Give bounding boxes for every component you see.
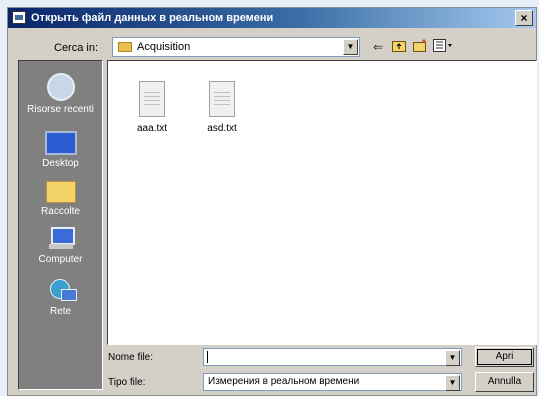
close-icon[interactable]: × — [515, 10, 533, 26]
filetype-value: Измерения в реальном времени — [208, 376, 360, 387]
chevron-down-icon[interactable]: ▼ — [445, 375, 460, 391]
up-folder-icon[interactable] — [391, 39, 407, 55]
text-file-icon — [139, 81, 165, 117]
places-bar: Risorse recenti Desktop Raccolte Compute… — [18, 60, 103, 390]
text-caret — [207, 351, 208, 363]
place-label: Raccolte — [41, 206, 80, 217]
place-label: Computer — [38, 254, 83, 265]
file-name: asd.txt — [207, 123, 237, 134]
place-network[interactable]: Rete — [19, 277, 102, 317]
app-icon — [12, 11, 26, 24]
filename-label: Nome file: — [108, 352, 154, 363]
file-item[interactable]: aaa.txt — [122, 81, 182, 134]
place-libraries[interactable]: Raccolte — [19, 177, 102, 217]
recent-icon — [46, 73, 75, 101]
chevron-down-icon[interactable]: ▼ — [445, 350, 460, 366]
filetype-dropdown[interactable]: Измерения в реальном времени ▼ — [203, 373, 462, 391]
place-label: Risorse recenti — [27, 104, 94, 115]
new-folder-icon[interactable] — [412, 39, 428, 55]
place-desktop[interactable]: Desktop — [19, 127, 102, 169]
place-label: Desktop — [42, 158, 79, 169]
dialog-title: Открыть файл данных в реальном времени — [31, 12, 274, 24]
folder-icon — [118, 42, 132, 52]
network-icon — [47, 277, 77, 303]
lookin-dropdown[interactable]: Acquisition ▼ — [112, 37, 360, 57]
title-bar[interactable]: Открыть файл данных в реальном времени × — [8, 8, 536, 28]
place-recent[interactable]: Risorse recenti — [19, 73, 102, 115]
file-list[interactable]: aaa.txt asd.txt — [107, 60, 537, 345]
lookin-value: Acquisition — [137, 41, 191, 53]
open-button[interactable]: Apri — [475, 347, 534, 367]
computer-icon — [47, 227, 75, 251]
back-icon[interactable]: ⇐ — [370, 39, 386, 55]
filename-field[interactable]: ▼ — [203, 348, 462, 366]
open-file-dialog: Открыть файл данных в реальном времени ×… — [7, 7, 537, 396]
text-file-icon — [209, 81, 235, 117]
place-label: Rete — [49, 306, 72, 317]
file-name: aaa.txt — [136, 123, 168, 134]
filetype-label: Tipo file: — [108, 377, 146, 388]
chevron-down-icon[interactable]: ▼ — [343, 39, 358, 55]
file-item[interactable]: asd.txt — [192, 81, 252, 134]
desktop-icon — [44, 131, 77, 155]
cancel-button[interactable]: Annulla — [475, 372, 534, 392]
libraries-icon — [45, 181, 76, 203]
view-menu-icon[interactable] — [432, 39, 454, 55]
place-computer[interactable]: Computer — [19, 227, 102, 265]
lookin-label: Cerca in: — [54, 42, 99, 54]
